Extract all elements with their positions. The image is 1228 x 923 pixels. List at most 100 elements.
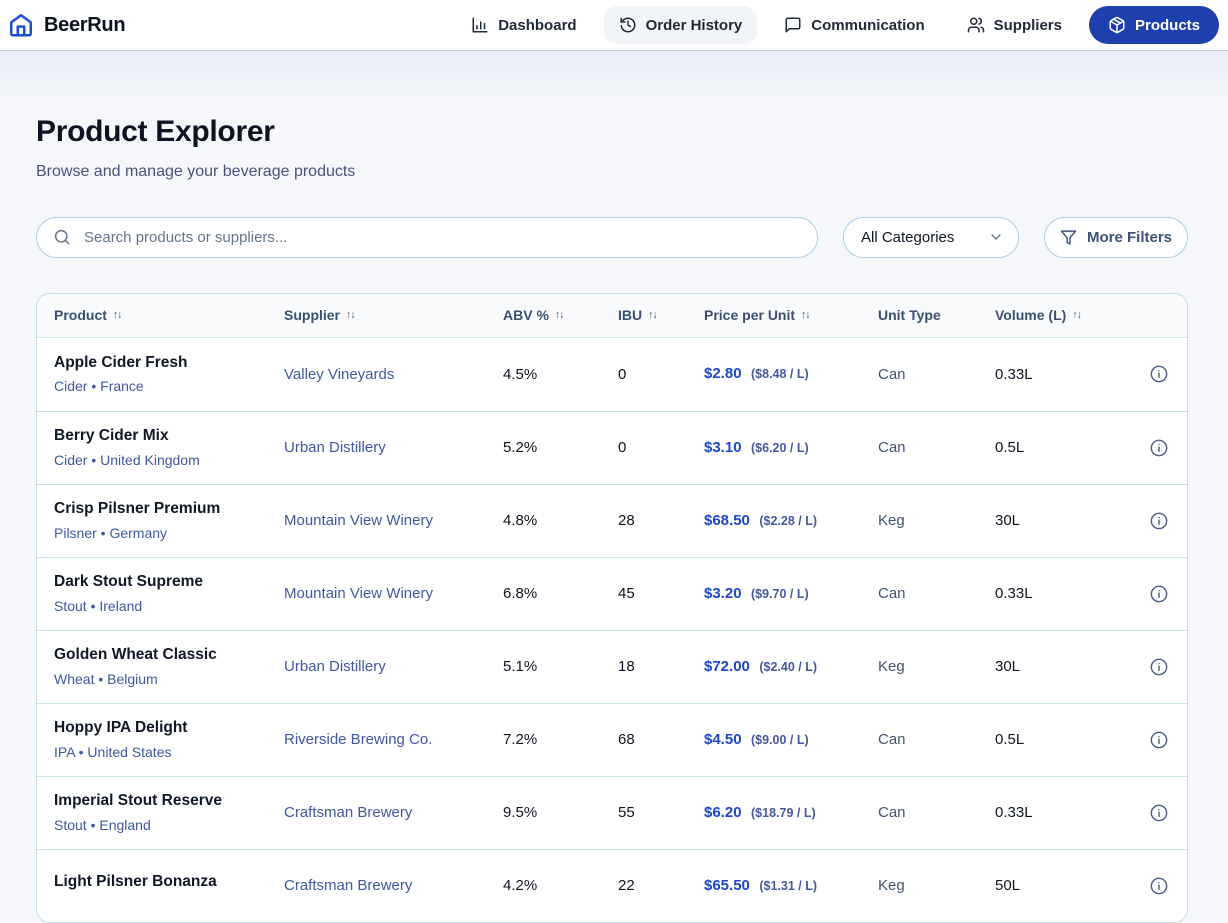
table-row: Apple Cider Fresh Cider • France Valley …	[37, 338, 1187, 411]
price-per-liter: ($1.31 / L)	[759, 878, 818, 893]
volume-value: 0.33L	[995, 804, 1033, 821]
brand-name: BeerRun	[44, 13, 126, 36]
ibu-value: 0	[618, 439, 627, 456]
table-row: Berry Cider Mix Cider • United Kingdom U…	[37, 410, 1187, 484]
nav-item-communication[interactable]: Communication	[769, 6, 939, 44]
product-cell: Light Pilsner Bonanza	[54, 873, 284, 898]
product-name: Crisp Pilsner Premium	[54, 500, 221, 518]
info-icon[interactable]	[1149, 730, 1169, 750]
more-filters-button[interactable]: More Filters	[1044, 216, 1188, 258]
info-icon[interactable]	[1149, 876, 1169, 896]
nav-item-label: Suppliers	[993, 16, 1062, 34]
product-meta: Stout • England	[54, 816, 151, 833]
products-table: Product ↑↓ Supplier ↑↓ ABV % ↑↓ IBU ↑↓ P…	[36, 292, 1188, 923]
supplier-link[interactable]: Riverside Brewing Co.	[284, 731, 503, 748]
filter-bar: All Categories More Filters	[36, 216, 1188, 258]
price-per-liter: ($8.48 / L)	[751, 367, 809, 381]
info-icon[interactable]	[1149, 657, 1169, 677]
unit-type-value: Can	[878, 585, 906, 602]
more-filters-label: More Filters	[1086, 228, 1173, 246]
table-row: Dark Stout Supreme Stout • Ireland Mount…	[37, 556, 1187, 630]
product-cell: Apple Cider Fresh Cider • France	[54, 354, 284, 395]
abv-value: 5.2%	[503, 439, 538, 456]
table-row: Hoppy IPA Delight IPA • United States Ri…	[37, 702, 1187, 776]
product-meta: IPA • United States	[54, 743, 172, 760]
table-header-row: Product ↑↓ Supplier ↑↓ ABV % ↑↓ IBU ↑↓ P…	[37, 293, 1187, 338]
column-header-label: Product	[54, 307, 107, 323]
price-value: $3.20	[704, 584, 742, 602]
supplier-link[interactable]: Mountain View Winery	[284, 585, 503, 602]
nav-item-suppliers[interactable]: Suppliers	[952, 6, 1077, 44]
nav-item-dashboard[interactable]: Dashboard	[456, 6, 591, 44]
column-header-product[interactable]: Product ↑↓	[54, 307, 284, 323]
product-name: Dark Stout Supreme	[54, 573, 204, 591]
supplier-link[interactable]: Urban Distillery	[284, 439, 503, 456]
product-meta: Pilsner • Germany	[54, 524, 168, 541]
column-header-supplier[interactable]: Supplier ↑↓	[284, 307, 503, 323]
history-icon	[619, 16, 637, 34]
product-cell: Berry Cider Mix Cider • United Kingdom	[54, 427, 284, 468]
column-header-volume[interactable]: Volume (L) ↑↓	[995, 307, 1149, 323]
volume-value: 30L	[995, 512, 1021, 529]
price-value: $3.10	[704, 438, 742, 456]
search-icon	[53, 228, 71, 246]
message-square-icon	[784, 16, 802, 34]
ibu-value: 18	[618, 658, 635, 675]
product-name: Light Pilsner Bonanza	[54, 873, 217, 891]
info-icon[interactable]	[1149, 511, 1169, 531]
supplier-link[interactable]: Urban Distillery	[284, 658, 503, 675]
product-meta: Cider • France	[54, 378, 144, 395]
price-value: $68.50	[704, 511, 750, 529]
product-meta: Wheat • Belgium	[54, 670, 158, 687]
volume-value: 0.33L	[995, 585, 1033, 602]
bar-chart-icon	[471, 16, 489, 34]
product-meta: Cider • United Kingdom	[54, 451, 200, 468]
chevron-down-icon	[988, 229, 1004, 245]
supplier-link[interactable]: Mountain View Winery	[284, 512, 503, 529]
table-row: Imperial Stout Reserve Stout • England C…	[37, 775, 1187, 849]
search-input[interactable]	[82, 227, 801, 247]
nav-item-products[interactable]: Products	[1088, 6, 1219, 44]
ibu-value: 68	[618, 731, 635, 748]
price-cell: $72.00 ($2.40 / L)	[704, 658, 878, 676]
info-icon[interactable]	[1149, 364, 1169, 384]
nav-item-order-history[interactable]: Order History	[603, 6, 758, 44]
unit-type-value: Keg	[878, 512, 905, 529]
info-icon[interactable]	[1149, 438, 1169, 458]
price-value: $2.80	[704, 365, 742, 382]
brand-logo[interactable]: BeerRun	[8, 12, 126, 38]
table-row: Crisp Pilsner Premium Pilsner • Germany …	[37, 483, 1187, 557]
product-name: Hoppy IPA Delight	[54, 719, 188, 737]
nav-items: Dashboard Order History Communication Su…	[456, 6, 1219, 44]
price-per-liter: ($9.70 / L)	[751, 586, 809, 601]
page-title: Product Explorer	[36, 115, 275, 148]
volume-value: 0.5L	[995, 731, 1025, 748]
price-cell: $3.10 ($6.20 / L)	[704, 439, 878, 457]
supplier-link[interactable]: Craftsman Brewery	[284, 804, 503, 821]
sort-icon: ↑↓	[1072, 309, 1081, 321]
ibu-value: 0	[618, 365, 627, 383]
abv-value: 7.2%	[503, 731, 538, 748]
sort-icon: ↑↓	[112, 309, 122, 321]
table-row: Golden Wheat Classic Wheat • Belgium Urb…	[37, 629, 1187, 703]
main-content: Product Explorer Browse and manage your …	[0, 51, 1228, 923]
price-cell: $68.50 ($2.28 / L)	[704, 512, 878, 530]
nav-item-label: Products	[1134, 16, 1200, 34]
unit-type-value: Can	[878, 365, 906, 383]
info-icon[interactable]	[1149, 584, 1169, 604]
price-cell: $2.80 ($8.48 / L)	[704, 365, 878, 383]
category-select[interactable]: All Categories	[843, 216, 1019, 258]
supplier-link[interactable]: Valley Vineyards	[284, 366, 503, 383]
column-header-abv[interactable]: ABV % ↑↓	[503, 307, 618, 323]
column-header-ibu[interactable]: IBU ↑↓	[618, 307, 704, 323]
ibu-value: 55	[618, 804, 635, 821]
price-value: $65.50	[704, 876, 750, 894]
price-cell: $6.20 ($18.79 / L)	[704, 804, 878, 822]
column-header-price[interactable]: Price per Unit ↑↓	[704, 307, 878, 323]
info-icon[interactable]	[1149, 803, 1169, 823]
top-nav: BeerRun Dashboard Order History Communic…	[0, 0, 1228, 51]
price-per-liter: ($9.00 / L)	[751, 732, 809, 747]
supplier-link[interactable]: Craftsman Brewery	[284, 877, 503, 894]
abv-value: 5.1%	[503, 658, 538, 675]
volume-value: 50L	[995, 877, 1021, 894]
